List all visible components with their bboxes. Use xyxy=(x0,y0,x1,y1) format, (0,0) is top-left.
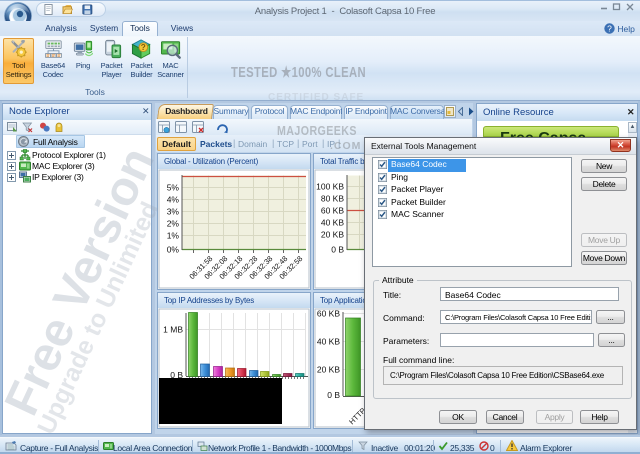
svg-text:?: ? xyxy=(607,23,612,33)
svg-text:?: ? xyxy=(141,43,146,52)
